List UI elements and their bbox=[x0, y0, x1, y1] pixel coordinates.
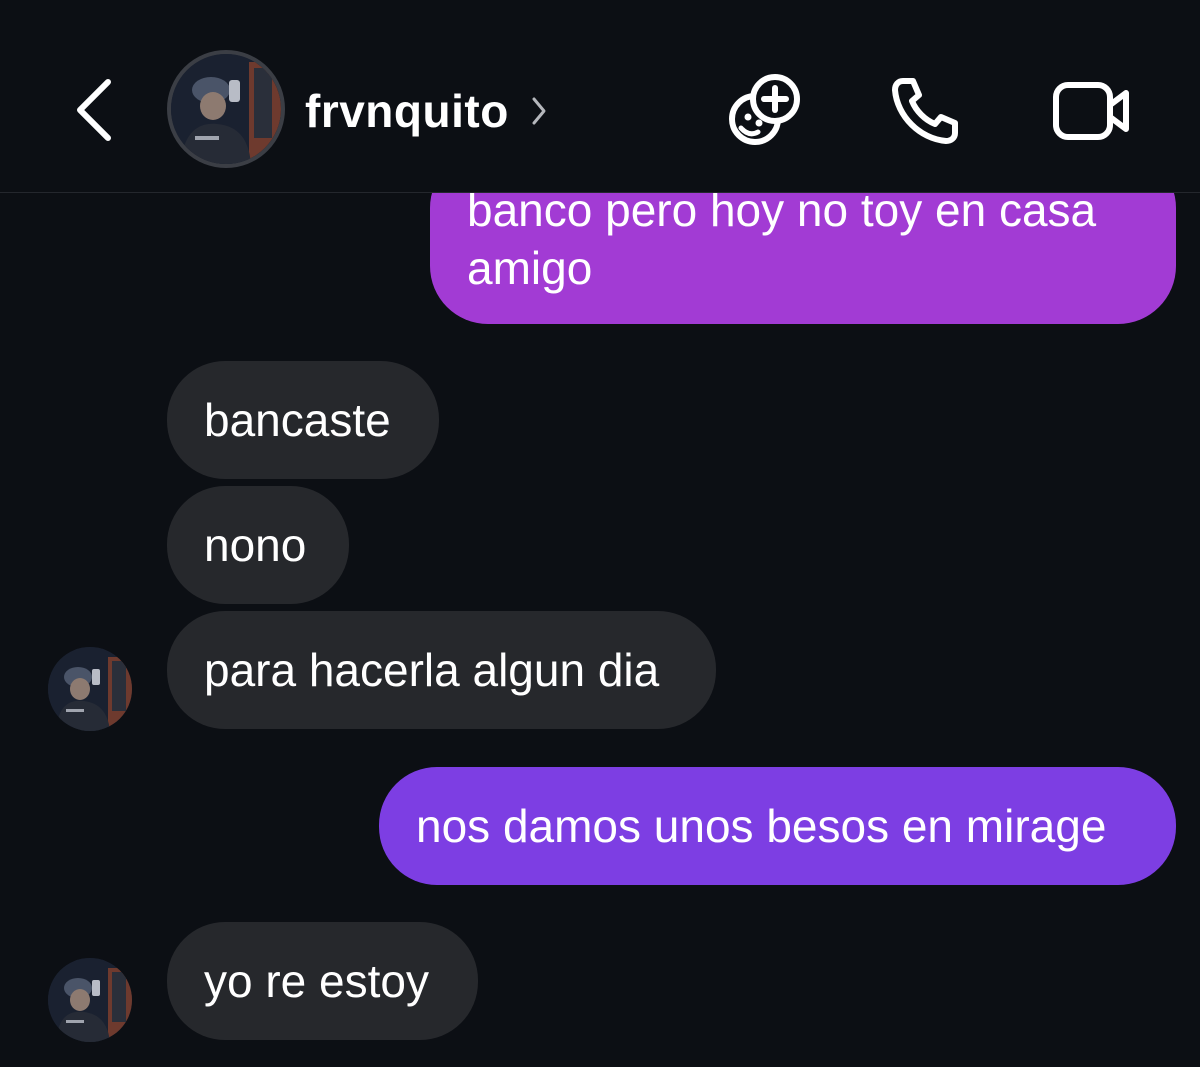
username: frvnquito bbox=[305, 85, 509, 137]
profile-avatar[interactable] bbox=[167, 50, 285, 168]
message-text: nos damos unos besos en mirage bbox=[416, 800, 1107, 852]
sender-avatar[interactable] bbox=[48, 647, 132, 731]
message-text: nono bbox=[204, 519, 307, 571]
username-link[interactable]: frvnquito bbox=[305, 80, 547, 142]
phone-icon bbox=[892, 78, 958, 144]
sender-avatar[interactable] bbox=[48, 958, 132, 1042]
message-text: para hacerla algun dia bbox=[204, 644, 660, 696]
message-bubble-incoming[interactable]: nono bbox=[167, 486, 349, 604]
avatar-photo bbox=[48, 647, 132, 731]
sticker-add-icon bbox=[729, 74, 800, 145]
message-bubble-outgoing[interactable]: nos damos unos besos en mirage bbox=[379, 767, 1176, 885]
message-bubble-incoming[interactable]: para hacerla algun dia bbox=[167, 611, 716, 729]
avatar-photo bbox=[171, 54, 281, 164]
chat-screen: banco pero hoy no toy en casa amigo banc… bbox=[0, 0, 1200, 1067]
message-text: bancaste bbox=[204, 394, 391, 446]
chat-header: frvnquito bbox=[0, 0, 1200, 193]
message-text: banco pero hoy no toy en casa amigo bbox=[467, 184, 1097, 294]
chevron-left-icon bbox=[77, 79, 111, 141]
avatar-photo bbox=[48, 958, 132, 1042]
message-bubble-incoming[interactable]: yo re estoy bbox=[167, 922, 478, 1040]
message-bubble-incoming[interactable]: bancaste bbox=[167, 361, 439, 479]
video-call-button[interactable] bbox=[1047, 66, 1137, 156]
back-button[interactable] bbox=[62, 70, 126, 150]
voice-call-button[interactable] bbox=[880, 66, 970, 156]
chevron-right-icon bbox=[531, 96, 547, 126]
message-text: yo re estoy bbox=[204, 955, 429, 1007]
video-camera-icon bbox=[1053, 82, 1129, 140]
sticker-button[interactable] bbox=[718, 66, 808, 156]
